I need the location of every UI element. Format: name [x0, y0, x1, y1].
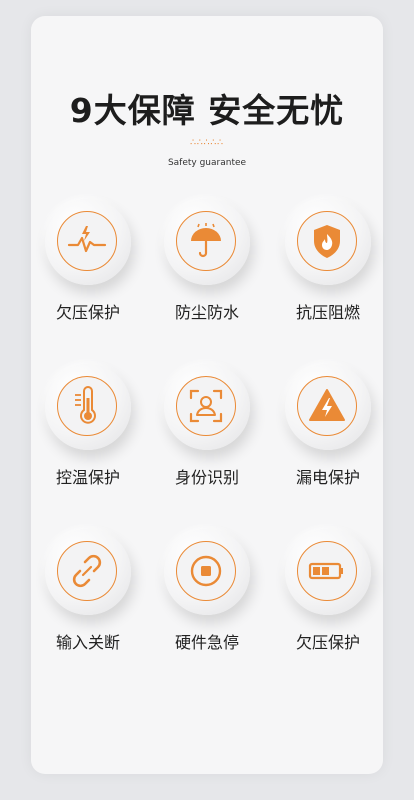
feature-label: 欠压保护: [55, 303, 120, 322]
feature-badge: [45, 529, 131, 615]
feature-badge: [285, 364, 371, 450]
feature-card: 9大保障 安全无忧 ∴∴∴∴∴ Safety guarantee 欠压保护 防尘…: [31, 16, 383, 774]
feature-flame-retardant: 抗压阻燃: [268, 199, 388, 339]
feature-badge: [285, 199, 371, 285]
page-subtitle: Safety guarantee: [167, 158, 247, 168]
feature-label: 输入关断: [55, 633, 120, 652]
feature-badge: [285, 529, 371, 615]
feature-identity: 身份识别: [147, 364, 267, 504]
feature-badge: [45, 199, 131, 285]
feature-label: 漏电保护: [295, 468, 360, 487]
feature-leakage: 漏电保护: [268, 364, 388, 504]
feature-badge: [164, 529, 250, 615]
flame-shield-icon: [314, 225, 340, 258]
undervoltage-icon: [67, 226, 107, 253]
feature-badge: [45, 364, 131, 450]
feature-label: 防尘防水: [174, 303, 239, 322]
decorative-dots: ∴∴∴∴∴: [190, 138, 224, 148]
feature-label: 身份识别: [174, 468, 239, 487]
face-id-icon: [189, 389, 223, 423]
feature-temperature: 控温保护: [28, 364, 148, 504]
feature-undervoltage-battery: 欠压保护: [268, 529, 388, 669]
umbrella-icon: [191, 223, 221, 258]
feature-badge: [164, 199, 250, 285]
low-battery-icon: [308, 562, 343, 580]
emergency-stop-icon: [190, 555, 222, 587]
thermometer-icon: [75, 386, 96, 424]
feature-dust-water: 防尘防水: [147, 199, 267, 339]
feature-undervoltage: 欠压保护: [28, 199, 148, 339]
unlink-icon: [72, 554, 102, 588]
feature-emergency-stop: 硬件急停: [147, 529, 267, 669]
leakage-warning-icon: [309, 389, 345, 421]
feature-label: 抗压阻燃: [295, 303, 360, 322]
feature-input-cutoff: 输入关断: [28, 529, 148, 669]
feature-badge: [164, 364, 250, 450]
feature-label: 硬件急停: [174, 633, 239, 652]
feature-label: 控温保护: [55, 468, 120, 487]
feature-label: 欠压保护: [295, 633, 360, 652]
page-title: 9大保障 安全无忧: [69, 91, 345, 130]
